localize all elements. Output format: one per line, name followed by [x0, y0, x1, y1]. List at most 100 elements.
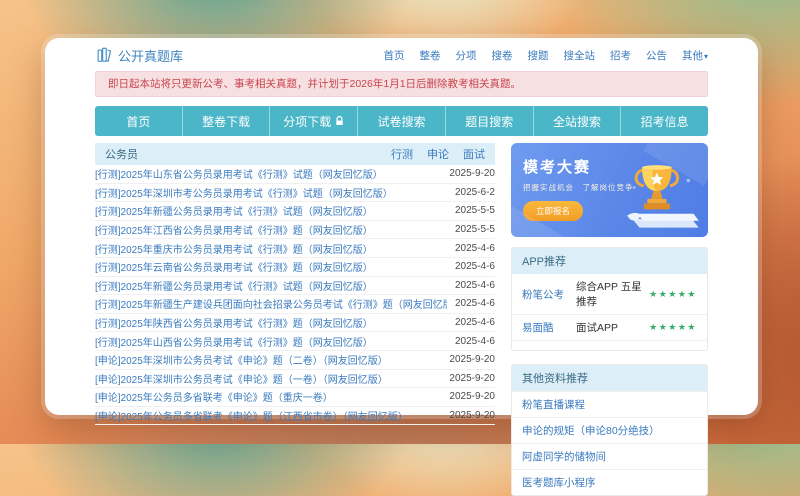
exam-date: 2025-4-6 [454, 335, 495, 347]
table-row: [申论]2025年公务员多省联考《申论》题（江西省市卷）（网友回忆版） 2025… [95, 407, 495, 426]
exam-date: 2025-9-20 [449, 372, 495, 384]
table-row: [行测]2025年陕西省公务员录用考试《行测》题（网友回忆版） 2025-4-6 [95, 314, 495, 333]
app-panel-title: APP推荐 [512, 248, 707, 274]
exam-date: 2025-5-5 [454, 224, 495, 236]
resource-list: 粉笔直播课程 申论的规矩（申论80分绝技） 阿虚同学的储物间 医考题库小程序 [512, 391, 707, 495]
main-content: 公务员 行测 申论 面试 [行测]2025年山东省公务员录用考试《行测》试题（网… [95, 143, 708, 496]
star-rating: ★★★★★ [649, 288, 697, 299]
exam-date: 2025-4-6 [454, 279, 495, 291]
exam-date: 2025-4-6 [454, 261, 495, 273]
exam-date: 2025-6-2 [454, 186, 495, 198]
tab-label: 全站搜索 [552, 114, 601, 129]
top-nav: 首页 整卷 分项 搜卷 搜题 搜全站 招考 公告 其他▾ [383, 48, 708, 63]
exam-link[interactable]: [行测]2025年新疆公务员录用考试《行测》试题（网友回忆版） [95, 278, 447, 293]
exam-list-section: 公务员 行测 申论 面试 [行测]2025年山东省公务员录用考试《行测》试题（网… [95, 143, 495, 496]
table-row: [行测]2025年江西省公务员录用考试《行测》题（网友回忆版） 2025-5-5 [95, 221, 495, 240]
exam-date: 2025-9-20 [449, 354, 495, 366]
site-header: 公开真题库 首页 整卷 分项 搜卷 搜题 搜全站 招考 公告 其他▾ [95, 42, 708, 68]
resource-link[interactable]: 申论的规矩（申论80分绝技） [512, 417, 707, 443]
exam-link[interactable]: [申论]2025年公务员多省联考《申论》题（重庆一卷） [95, 389, 441, 404]
app-row: 粉笔公考 综合APP 五星推荐 ★★★★★ [512, 274, 707, 315]
exam-date: 2025-9-20 [449, 168, 495, 180]
exam-date: 2025-9-20 [449, 391, 495, 403]
table-row: [行测]2025年深圳市考公务员录用考试《行测》试题（网友回忆版） 2025-6… [95, 184, 495, 203]
table-row: [行测]2025年新疆生产建设兵团面向社会招录公务员考试《行测》题（网友回忆版）… [95, 295, 495, 314]
top-nav-label: 搜全站 [563, 49, 595, 62]
top-nav-label: 搜题 [527, 49, 549, 62]
table-row: [申论]2025年深圳市公务员考试《申论》题（一卷）（网友回忆版） 2025-9… [95, 370, 495, 389]
sidebar: 模考大赛 把握实战机会 了解岗位竞争 立即报名 APP推荐 粉笔公考 综合APP… [511, 143, 708, 496]
tab[interactable]: 全站搜索 [533, 106, 622, 136]
table-row: [行测]2025年云南省公务员录用考试《行测》题（网友回忆版） 2025-4-6 [95, 258, 495, 277]
app-link[interactable]: 粉笔公考 [522, 287, 576, 302]
exam-date: 2025-4-6 [454, 298, 495, 310]
top-nav-link[interactable]: 整卷 [419, 48, 440, 63]
exam-link[interactable]: [申论]2025年公务员多省联考《申论》题（江西省市卷）（网友回忆版） [95, 408, 441, 423]
exam-link[interactable]: [行测]2025年山东省公务员录用考试《行测》试题（网友回忆版） [95, 166, 441, 181]
exam-link[interactable]: [行测]2025年重庆市公务员录用考试《行测》题（网友回忆版） [95, 241, 447, 256]
exam-link[interactable]: [行测]2025年深圳市考公务员录用考试《行测》试题（网友回忆版） [95, 185, 447, 200]
exam-link[interactable]: [行测]2025年江西省公务员录用考试《行测》题（网友回忆版） [95, 222, 447, 237]
app-list: 粉笔公考 综合APP 五星推荐 ★★★★★ 易面酷 面试APP ★★★★★ [512, 274, 707, 341]
app-description: 面试APP [576, 322, 619, 334]
notice-banner: 即日起本站将只更新公考、事考相关真题，并计划于2026年1月1日后删除教考相关真… [95, 71, 708, 97]
top-nav-label: 整卷 [419, 49, 441, 62]
exam-link[interactable]: [申论]2025年深圳市公务员考试《申论》题（二卷）（网友回忆版） [95, 352, 441, 367]
exam-date: 2025-5-5 [454, 205, 495, 217]
table-row: [申论]2025年深圳市公务员考试《申论》题（二卷）（网友回忆版） 2025-9… [95, 351, 495, 370]
app-row: 易面酷 面试APP ★★★★★ [512, 315, 707, 341]
app-description: 综合APP 五星推荐 [576, 281, 642, 308]
site-logo[interactable]: 公开真题库 [95, 46, 183, 65]
exam-link[interactable]: [行测]2025年新疆生产建设兵团面向社会招录公务员考试《行测》题（网友回忆版） [95, 296, 447, 311]
top-nav-link[interactable]: 搜题 [527, 48, 548, 63]
tab[interactable]: 试卷搜索 [358, 106, 446, 136]
tab-label: 招考信息 [640, 114, 689, 129]
tab[interactable]: 首页 [95, 106, 183, 136]
resource-link[interactable]: 阿虚同学的储物间 [512, 443, 707, 469]
table-row: [行测]2025年山西省公务员录用考试《行测》题（网友回忆版） 2025-4-6 [95, 332, 495, 351]
panel-footer [512, 341, 707, 350]
exam-link[interactable]: [行测]2025年云南省公务员录用考试《行测》题（网友回忆版） [95, 259, 447, 274]
exam-link[interactable]: [申论]2025年深圳市公务员考试《申论》题（一卷）（网友回忆版） [95, 371, 441, 386]
exam-date: 2025-4-6 [454, 317, 495, 329]
exam-list: [行测]2025年山东省公务员录用考试《行测》试题（网友回忆版） 2025-9-… [95, 165, 495, 426]
top-nav-link[interactable]: 其他▾ [682, 48, 708, 63]
table-row: [行测]2025年山东省公务员录用考试《行测》试题（网友回忆版） 2025-9-… [95, 165, 495, 184]
top-nav-link[interactable]: 招考 [610, 48, 631, 63]
top-nav-link[interactable]: 公告 [646, 48, 667, 63]
top-nav-link[interactable]: 分项 [455, 48, 476, 63]
resource-link[interactable]: 粉笔直播课程 [512, 391, 707, 417]
exam-date: 2025-4-6 [454, 242, 495, 254]
lock-icon [335, 116, 344, 126]
app-recommend-panel: APP推荐 粉笔公考 综合APP 五星推荐 ★★★★★ 易面酷 面试APP ★★… [511, 247, 708, 351]
section-title: 公务员 [105, 149, 138, 161]
filter-link[interactable]: 申论 [427, 146, 449, 162]
list-header: 公务员 行测 申论 面试 [95, 143, 495, 165]
filter-link[interactable]: 面试 [463, 146, 485, 162]
tab[interactable]: 招考信息 [621, 106, 708, 136]
top-nav-link[interactable]: 搜卷 [491, 48, 512, 63]
promo-banner[interactable]: 模考大赛 把握实战机会 了解岗位竞争 立即报名 [511, 143, 708, 237]
trophy-icon [627, 165, 699, 228]
resource-link[interactable]: 医考题库小程序 [512, 469, 707, 495]
tab-label: 题目搜索 [465, 114, 514, 129]
exam-link[interactable]: [行测]2025年陕西省公务员录用考试《行测》题（网友回忆版） [95, 315, 447, 330]
table-row: [行测]2025年新疆公务员录用考试《行测》试题（网友回忆版） 2025-4-6 [95, 277, 495, 296]
table-row: [行测]2025年新疆公务员录用考试《行测》试题（网友回忆版） 2025-5-5 [95, 202, 495, 221]
tab-label: 整卷下载 [202, 114, 251, 129]
top-nav-link[interactable]: 搜全站 [563, 48, 595, 63]
tab[interactable]: 整卷下载 [182, 106, 271, 136]
other-resources-panel: 其他资料推荐 粉笔直播课程 申论的规矩（申论80分绝技） 阿虚同学的储物间 医考… [511, 364, 708, 496]
logo-books-icon [97, 47, 112, 63]
exam-date: 2025-9-20 [449, 410, 495, 422]
tab[interactable]: 题目搜索 [445, 106, 534, 136]
tab[interactable]: 分项下载 [270, 106, 359, 136]
filter-link[interactable]: 行测 [391, 146, 413, 162]
exam-link[interactable]: [行测]2025年山西省公务员录用考试《行测》题（网友回忆版） [95, 334, 447, 349]
list-filters: 行测 申论 面试 [391, 146, 485, 162]
exam-link[interactable]: [行测]2025年新疆公务员录用考试《行测》试题（网友回忆版） [95, 203, 447, 218]
top-nav-link[interactable]: 首页 [383, 48, 404, 63]
tab-bar: 首页 整卷下载 分项下载 试卷搜索 题目搜索 全站搜索 招考信息 [95, 106, 708, 136]
site-card: 公开真题库 首页 整卷 分项 搜卷 搜题 搜全站 招考 公告 其他▾ 即日起本站… [45, 38, 758, 496]
app-link[interactable]: 易面酷 [522, 320, 576, 335]
